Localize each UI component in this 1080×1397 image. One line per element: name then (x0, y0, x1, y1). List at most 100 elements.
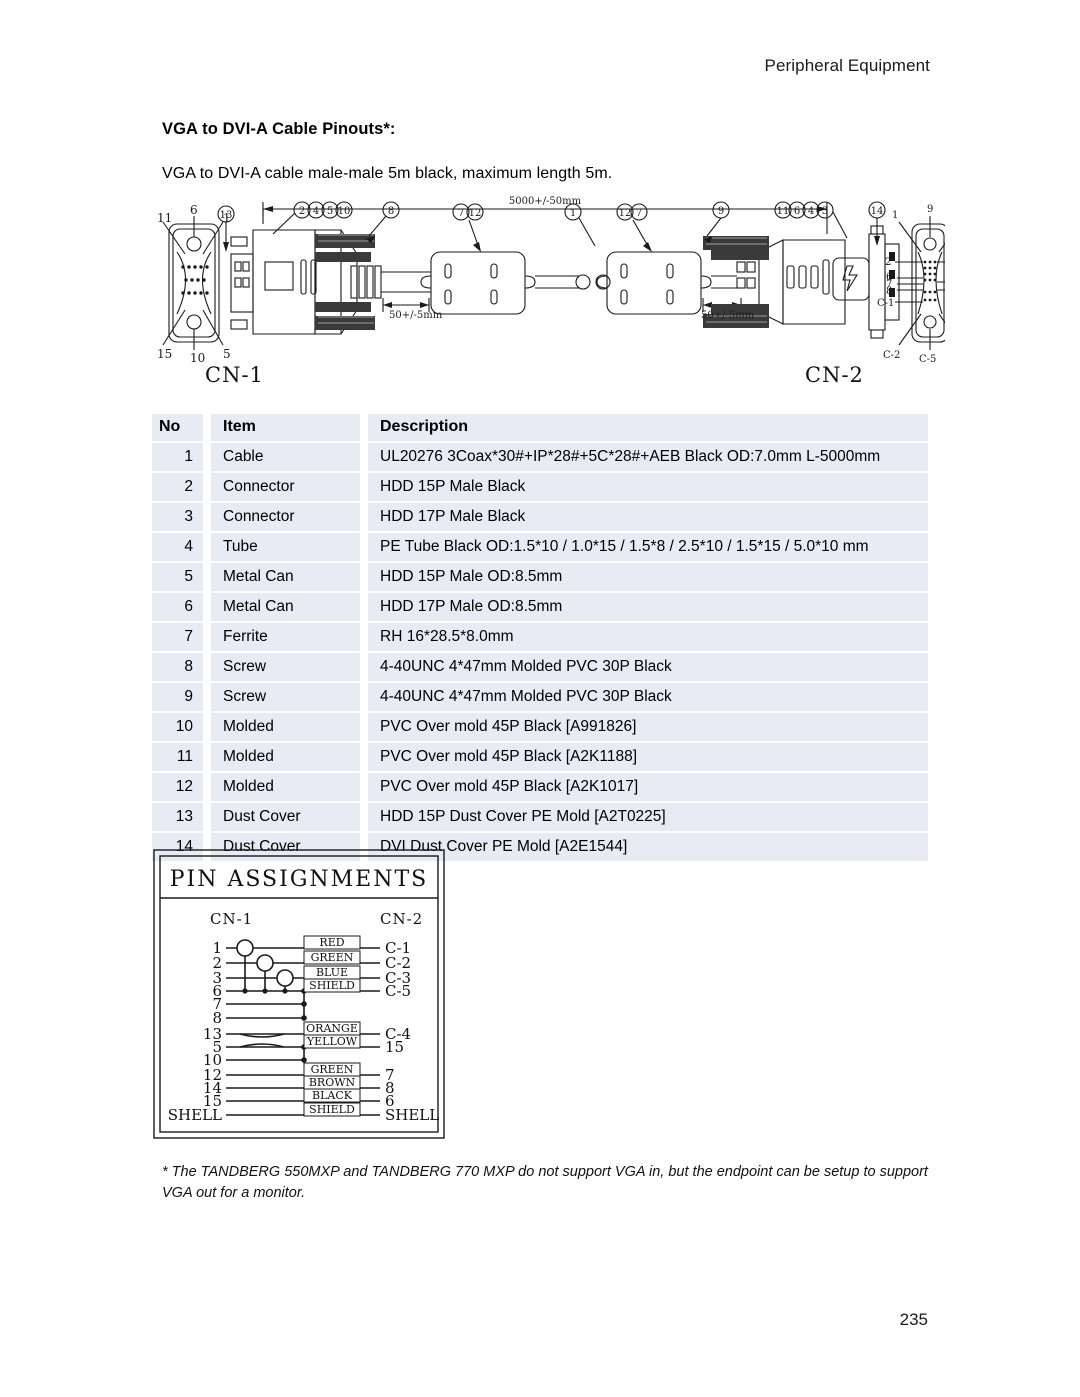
table-row: 3 Connector HDD 17P Male Black (152, 502, 928, 531)
dvi-pin-label-9: 9 (927, 204, 933, 215)
cell-description: RH 16*28.5*8.0mm (368, 622, 928, 651)
dvi-pin-label-c5: C-5 (919, 354, 936, 365)
svg-text:7: 7 (636, 208, 642, 219)
cell-gap (203, 803, 211, 832)
pin-signal-black: BLACK (312, 1089, 353, 1102)
cell-item: Connector (211, 502, 360, 531)
table-row: 4 Tube PE Tube Black OD:1.5*10 / 1.0*15 … (152, 532, 928, 561)
pin-assignments-title: PIN ASSIGNMENTS (170, 867, 428, 892)
cell-gap (203, 562, 211, 591)
table-row: 13 Dust Cover HDD 15P Dust Cover PE Mold… (152, 803, 928, 832)
cell-item: Metal Can (211, 592, 360, 621)
cell-no: 6 (152, 592, 203, 621)
dvi-pin-label-2: 2 (885, 257, 891, 268)
callout-1: 1 (570, 208, 576, 219)
cell-gap (203, 592, 211, 621)
cell-gap (360, 652, 368, 681)
cell-no: 11 (152, 743, 203, 772)
pin-signal-brown: BROWN (309, 1076, 356, 1089)
cell-no: 9 (152, 682, 203, 712)
cell-no: 3 (152, 502, 203, 531)
pin-left-header: CN-1 (210, 910, 253, 928)
svg-text:12: 12 (619, 208, 632, 219)
pin-right-shell: SHELL (385, 1106, 439, 1124)
cell-gap (203, 532, 211, 561)
pin-signal-orange: ORANGE (306, 1022, 358, 1035)
cell-item: Metal Can (211, 562, 360, 591)
svg-text:12: 12 (469, 208, 482, 219)
footnote: * The TANDBERG 550MXP and TANDBERG 770 M… (162, 1164, 928, 1202)
pin-signal-shield-1: SHIELD (309, 979, 355, 992)
cell-item: Ferrite (211, 622, 360, 651)
cell-description: 4-40UNC 4*47mm Molded PVC 30P Black (368, 682, 928, 712)
cell-gap (203, 472, 211, 501)
table-row: 7 Ferrite RH 16*28.5*8.0mm (152, 622, 928, 651)
svg-text:2: 2 (299, 206, 305, 217)
cell-no: 8 (152, 652, 203, 681)
table-header-row: No Item Description (152, 414, 928, 441)
pin-left-shell: SHELL (168, 1106, 222, 1124)
cell-gap (360, 622, 368, 651)
left-ferrite-offset-label: 50+/-5mm (389, 310, 443, 321)
cell-item: Screw (211, 682, 360, 712)
cell-gap (360, 502, 368, 531)
pin-assignments-svg: PIN ASSIGNMENTS CN-1 CN-2 RED GREEN BLUE… (153, 849, 445, 1139)
table-row: 9 Screw 4-40UNC 4*47mm Molded PVC 30P Bl… (152, 682, 928, 712)
cell-no: 10 (152, 713, 203, 742)
cell-gap (203, 442, 211, 471)
vga-pin-label-6: 6 (190, 203, 198, 217)
vga-pin-label-11: 11 (157, 211, 172, 225)
cell-description: HDD 17P Male Black (368, 502, 928, 531)
table-row: 1 Cable UL20276 3Coax*30#+IP*28#+5C*28#+… (152, 442, 928, 471)
table-row: 8 Screw 4-40UNC 4*47mm Molded PVC 30P Bl… (152, 652, 928, 681)
page-title: VGA to DVI-A Cable Pinouts*: (162, 120, 396, 138)
cell-gap (203, 622, 211, 651)
cell-gap (360, 773, 368, 802)
vga-pin-label-5: 5 (223, 347, 231, 361)
cell-gap (360, 682, 368, 712)
svg-text:4: 4 (808, 206, 814, 217)
running-header: Peripheral Equipment (764, 56, 930, 75)
cell-description: HDD 17P Male OD:8.5mm (368, 592, 928, 621)
dvi-pin-label-c2: C-2 (883, 350, 900, 361)
pin-assignments-diagram: PIN ASSIGNMENTS CN-1 CN-2 RED GREEN BLUE… (152, 848, 464, 1148)
cn1-caption: CN-1 (205, 363, 264, 387)
cell-description: PVC Over mold 45P Black [A2K1017] (368, 773, 928, 802)
vga-pin-label-15: 15 (157, 347, 172, 361)
cell-gap (360, 713, 368, 742)
cell-description: PVC Over mold 45P Black [A2K1188] (368, 743, 928, 772)
cell-item: Molded (211, 773, 360, 802)
cell-item: Connector (211, 472, 360, 501)
table-row: 10 Molded PVC Over mold 45P Black [A9918… (152, 713, 928, 742)
cell-description: HDD 15P Male Black (368, 472, 928, 501)
pin-signal-yellow: YELLOW (306, 1035, 358, 1048)
svg-text:6: 6 (794, 206, 800, 217)
cell-gap (360, 562, 368, 591)
cell-no: 12 (152, 773, 203, 802)
cell-description: UL20276 3Coax*30#+IP*28#+5C*28#+AEB Blac… (368, 442, 928, 471)
cell-item: Molded (211, 713, 360, 742)
dvi-pin-label-8: 8 (886, 286, 892, 297)
parts-table: No Item Description 1 Cable UL20276 3Coa… (152, 412, 928, 863)
cell-description: HDD 15P Male OD:8.5mm (368, 562, 928, 591)
svg-text:3: 3 (822, 206, 828, 217)
column-header-no: No (152, 414, 203, 441)
svg-text:4: 4 (313, 206, 319, 217)
cell-no: 13 (152, 803, 203, 832)
cell-item: Dust Cover (211, 803, 360, 832)
callout-8: 8 (388, 206, 394, 217)
cell-gap (203, 502, 211, 531)
svg-text:7: 7 (458, 208, 464, 219)
table-row: 11 Molded PVC Over mold 45P Black [A2K11… (152, 743, 928, 772)
table-row: 2 Connector HDD 15P Male Black (152, 472, 928, 501)
cell-description: HDD 15P Dust Cover PE Mold [A2T0225] (368, 803, 928, 832)
cn2-caption: CN-2 (805, 363, 864, 387)
pin-signal-shield-2: SHIELD (309, 1103, 355, 1116)
cell-gap (203, 414, 211, 441)
dvi-pin-label-c1: C-1 (877, 298, 894, 309)
column-header-item: Item (211, 414, 360, 441)
pin-right-15: 15 (385, 1038, 404, 1056)
cell-no: 1 (152, 442, 203, 471)
cell-gap (360, 532, 368, 561)
table-body: 1 Cable UL20276 3Coax*30#+IP*28#+5C*28#+… (152, 442, 928, 862)
